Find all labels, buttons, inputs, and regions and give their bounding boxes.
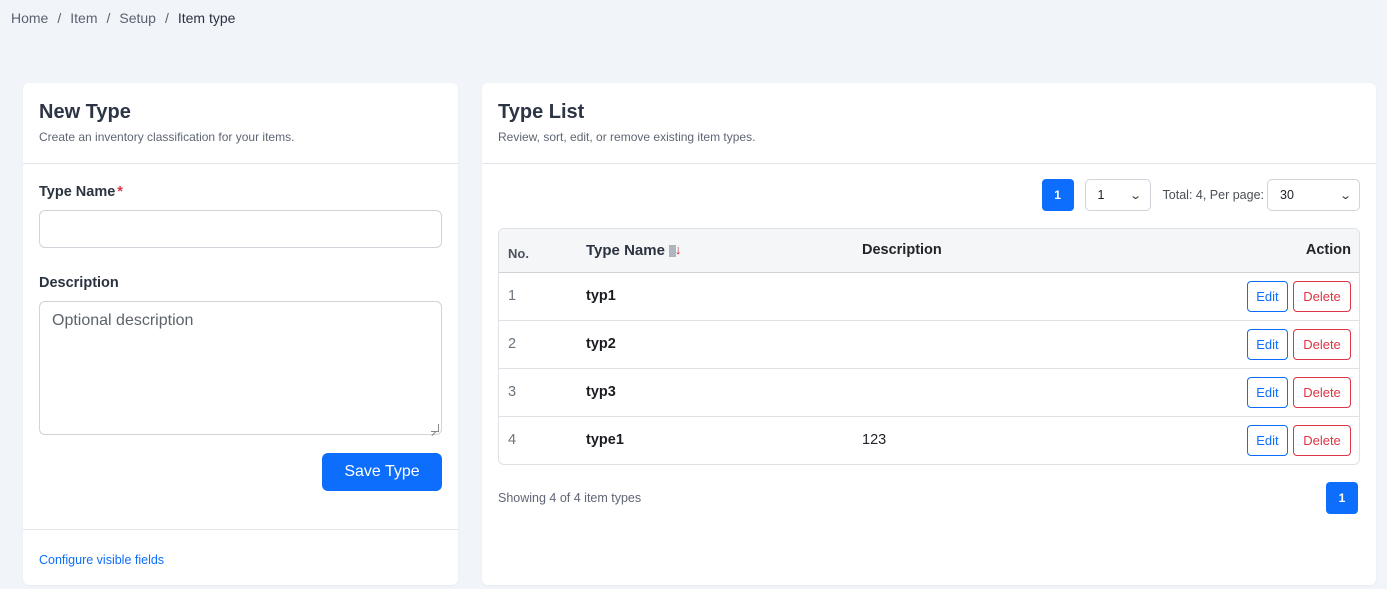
- description-textarea[interactable]: Optional description: [39, 301, 442, 435]
- new-type-form: Type Name * Description Optional descript…: [23, 164, 458, 530]
- new-type-subtitle: Create an inventory classification for y…: [39, 130, 295, 144]
- page-select[interactable]: 1 ⌄: [1084, 179, 1151, 211]
- row-no: 2: [508, 336, 517, 352]
- row-actions: Edit Delete: [1069, 320, 1359, 368]
- per-page-select-value: 30: [1280, 188, 1294, 202]
- delete-button[interactable]: Delete: [1293, 280, 1351, 312]
- page-select-value: 1: [1097, 188, 1105, 202]
- row-type-name: typ1: [586, 288, 616, 304]
- total-per-page-label: Total: 4, Per page:: [1162, 188, 1264, 202]
- type-name-label: Type Name *: [39, 184, 123, 200]
- edit-button[interactable]: Edit: [1246, 328, 1288, 360]
- row-actions: Edit Delete: [1069, 368, 1359, 416]
- sort-descending-icon[interactable]: ↓: [668, 242, 683, 258]
- breadcrumb-separator: /: [164, 10, 169, 26]
- table-row: 4 type1 123 Edit Delete: [499, 416, 1359, 464]
- description-placeholder: Optional description: [52, 312, 194, 329]
- table-row: 2 typ2 Edit Delete: [499, 320, 1359, 368]
- breadcrumb-home[interactable]: Home: [11, 10, 48, 26]
- breadcrumb-separator: /: [106, 10, 111, 26]
- row-no: 3: [508, 384, 517, 400]
- required-mark: *: [117, 184, 123, 200]
- delete-button[interactable]: Delete: [1293, 376, 1351, 408]
- type-list-title: Type List: [498, 101, 585, 123]
- showing-count: Showing 4 of 4 item types: [498, 491, 642, 505]
- breadcrumb-item[interactable]: Item: [70, 10, 97, 26]
- save-type-button[interactable]: Save Type: [322, 453, 442, 491]
- delete-button[interactable]: Delete: [1293, 424, 1351, 456]
- table-row: 1 typ1 Edit Delete: [499, 272, 1359, 320]
- column-no: No.: [508, 245, 529, 261]
- row-actions: Edit Delete: [1069, 416, 1359, 464]
- breadcrumb-setup[interactable]: Setup: [119, 10, 156, 26]
- breadcrumb-current: Item type: [177, 10, 236, 26]
- delete-button[interactable]: Delete: [1293, 328, 1351, 360]
- page-button-current[interactable]: 1: [1041, 179, 1074, 211]
- page-button-bottom[interactable]: 1: [1326, 482, 1358, 514]
- chevron-down-icon: ⌄: [1129, 190, 1143, 202]
- pagination-toolbar: 1 1 ⌄ Total: 4, Per page: 30 ⌄: [1041, 179, 1360, 211]
- column-type-name[interactable]: Type Name ↓: [586, 229, 862, 272]
- row-no: 1: [508, 288, 517, 304]
- type-list-card: Type List Review, sort, edit, or remove …: [482, 83, 1376, 585]
- new-type-card: New Type Create an inventory classificat…: [23, 83, 458, 585]
- row-description: [862, 272, 1069, 320]
- breadcrumb-separator: /: [57, 10, 62, 26]
- configure-visible-fields-link[interactable]: Configure visible fields: [39, 553, 164, 567]
- resize-handle-icon[interactable]: [431, 424, 439, 432]
- row-type-name: typ3: [586, 384, 616, 400]
- table-row: 3 typ3 Edit Delete: [499, 368, 1359, 416]
- edit-button[interactable]: Edit: [1246, 376, 1288, 408]
- breadcrumb: Home / Item / Setup / Item type: [11, 10, 235, 26]
- row-description: [862, 320, 1069, 368]
- edit-button[interactable]: Edit: [1246, 280, 1288, 312]
- new-type-title: New Type: [39, 101, 131, 123]
- new-type-header: New Type Create an inventory classificat…: [23, 83, 458, 164]
- row-type-name: typ2: [586, 336, 616, 352]
- column-action: Action: [1305, 242, 1351, 259]
- edit-button[interactable]: Edit: [1246, 424, 1288, 456]
- row-actions: Edit Delete: [1069, 272, 1359, 320]
- row-description: [862, 368, 1069, 416]
- row-type-name: type1: [586, 432, 624, 449]
- row-no: 4: [508, 432, 517, 449]
- description-label: Description: [39, 275, 119, 291]
- type-name-input[interactable]: [39, 210, 442, 248]
- row-description: 123: [862, 432, 887, 449]
- type-list-header: Type List Review, sort, edit, or remove …: [482, 83, 1376, 164]
- table-header-row: No. Type Name ↓ Description Action: [499, 229, 1359, 272]
- type-table: No. Type Name ↓ Description Action 1 typ1…: [498, 228, 1360, 465]
- chevron-down-icon: ⌄: [1338, 190, 1352, 202]
- column-description: Description: [862, 242, 942, 259]
- type-list-subtitle: Review, sort, edit, or remove existing i…: [498, 130, 756, 144]
- per-page-select[interactable]: 30 ⌄: [1267, 179, 1360, 211]
